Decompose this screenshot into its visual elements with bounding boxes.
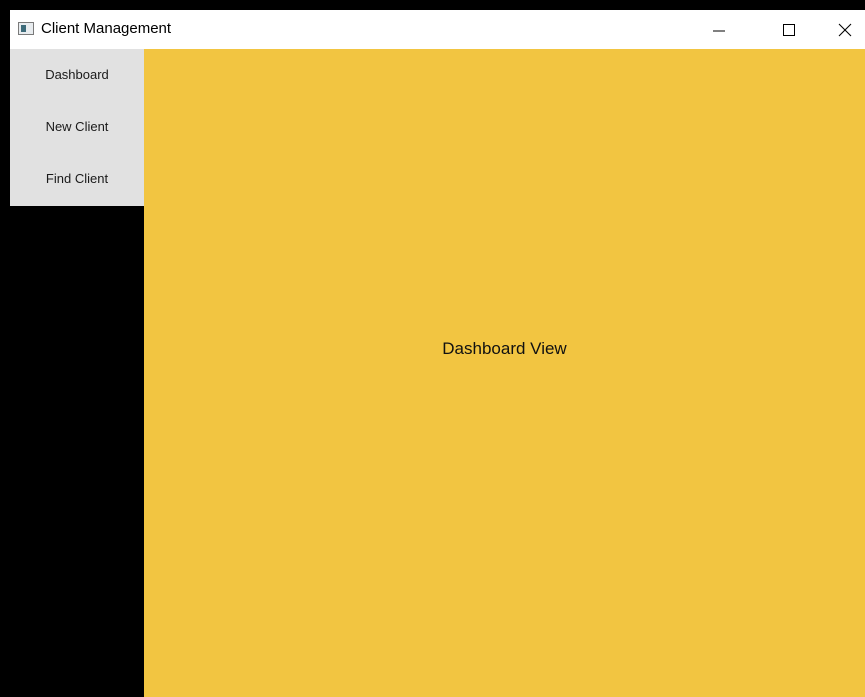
window-title: Client Management [41,20,172,37]
maximize-button[interactable] [765,12,811,48]
minimize-icon [713,30,725,32]
sidebar-item-find-client[interactable]: Find Client [10,153,144,205]
maximize-icon [783,24,795,36]
app-window: Client Management Dashboard New Client F… [8,8,865,697]
main-content: Dashboard View [144,49,865,697]
close-icon [838,23,852,37]
sidebar-item-new-client[interactable]: New Client [10,101,144,153]
sidebar-nav: Dashboard New Client Find Client [10,49,144,206]
window-app-icon [18,22,34,35]
sidebar-item-dashboard[interactable]: Dashboard [10,49,144,101]
sidebar: Dashboard New Client Find Client [10,49,144,697]
title-bar[interactable]: Client Management [10,10,865,49]
minimize-button[interactable] [696,12,742,48]
dashboard-view-label: Dashboard View [442,339,567,358]
close-button[interactable] [821,12,865,48]
